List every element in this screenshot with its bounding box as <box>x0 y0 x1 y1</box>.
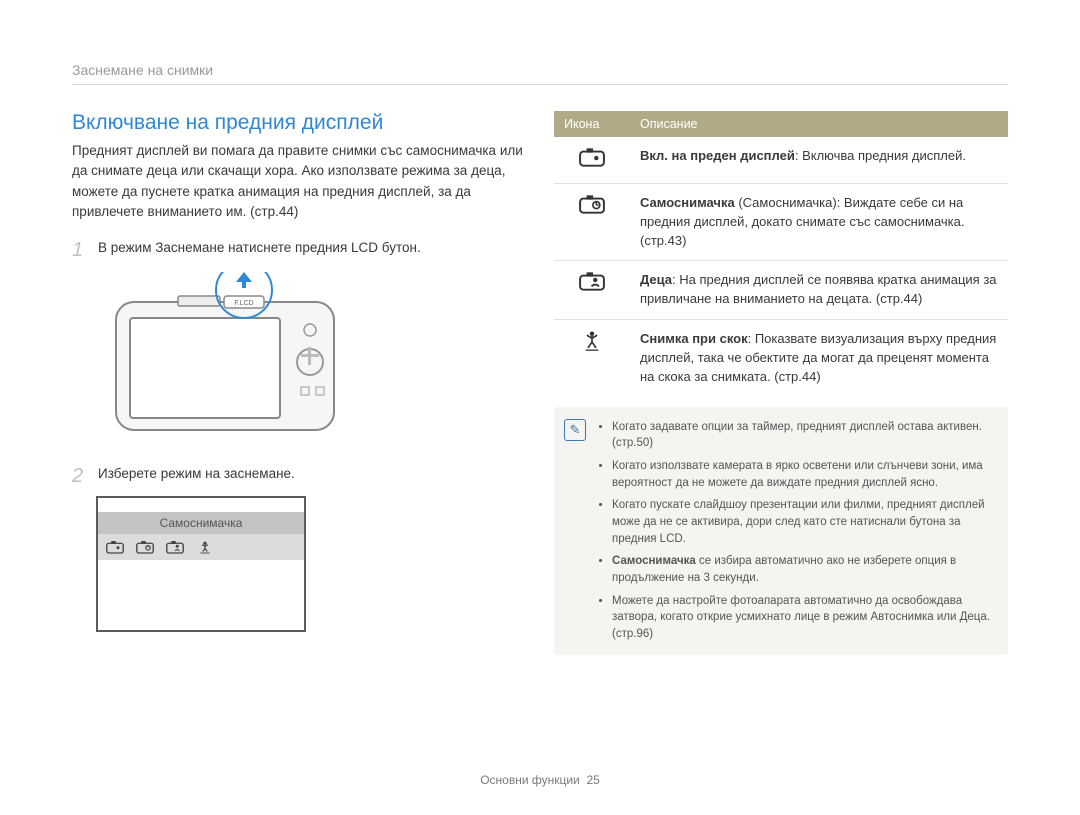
row-bold: Снимка при скок <box>640 331 748 346</box>
page-footer: Основни функции 25 <box>0 773 1080 787</box>
camera-svg: F.LCD <box>96 272 356 442</box>
page: Заснемане на снимки Включване на предния… <box>0 0 1080 815</box>
camera-timer-icon <box>579 194 605 214</box>
row-bold: Вкл. на преден дисплей <box>640 148 795 163</box>
note-box: ✎ Когато задавате опции за таймер, предн… <box>554 407 1008 655</box>
row-bold: Самоснимачка <box>640 195 735 210</box>
step-text: В режим Заснемане натиснете предния LCD … <box>98 240 421 255</box>
menu-frame: Самоснимачка <box>96 496 306 632</box>
jump-icon <box>196 540 214 554</box>
table-row: Вкл. на преден дисплей: Включва предния … <box>554 137 1008 183</box>
camera-front-icon <box>106 540 124 554</box>
icon-description-table: Икона Описание Вкл. на преден дисплей: В… <box>554 111 1008 397</box>
camera-child-icon <box>166 540 184 554</box>
table-row: Самоснимачка (Самоснимачка): Виждате себ… <box>554 183 1008 261</box>
table-head-desc: Описание <box>630 111 1008 137</box>
note-item: Самоснимачка се избира автоматично ако н… <box>612 553 994 586</box>
content-columns: Включване на предния дисплей Предният ди… <box>72 111 1008 655</box>
row-bold: Деца <box>640 272 672 287</box>
right-column: Икона Описание Вкл. на преден дисплей: В… <box>554 111 1008 655</box>
camera-illustration: F.LCD <box>96 272 526 442</box>
note-icon: ✎ <box>564 419 586 441</box>
note-item: Когато задавате опции за таймер, предния… <box>612 419 994 452</box>
step-number: 2 <box>72 466 88 486</box>
breadcrumb: Заснемане на снимки <box>72 62 1008 85</box>
menu-icons-row <box>98 534 304 560</box>
row-text: : Включва предния дисплей. <box>795 148 966 163</box>
note-list: Когато задавате опции за таймер, предния… <box>596 419 994 643</box>
note-item: Можете да настройте фотоапарата автомати… <box>612 593 994 643</box>
camera-front-icon <box>579 147 605 167</box>
jump-icon <box>581 330 603 352</box>
step-number: 1 <box>72 240 88 260</box>
left-column: Включване на предния дисплей Предният ди… <box>72 111 526 655</box>
intro-paragraph: Предният дисплей ви помага да правите сн… <box>72 141 526 222</box>
note-item: Когато пускате слайдшоу презентации или … <box>612 497 994 547</box>
step-1: 1 В режим Заснемане натиснете предния LC… <box>72 240 526 260</box>
footer-page: 25 <box>586 773 599 787</box>
camera-child-icon <box>579 271 605 291</box>
step-text: Изберете режим на заснемане. <box>98 466 295 481</box>
camera-timer-icon <box>136 540 154 554</box>
menu-preview: Самоснимачка <box>96 496 526 632</box>
page-title: Включване на предния дисплей <box>72 111 526 135</box>
table-row: Снимка при скок: Показвате визуализация … <box>554 320 1008 397</box>
menu-header: Самоснимачка <box>98 512 304 534</box>
step-2: 2 Изберете режим на заснемане. <box>72 466 526 486</box>
table-head-icon: Икона <box>554 111 630 137</box>
table-row: Деца: На предния дисплей се появява крат… <box>554 261 1008 320</box>
flcd-label: F.LCD <box>234 300 253 307</box>
row-text: : На предния дисплей се появява кратка а… <box>640 272 997 306</box>
footer-label: Основни функции <box>480 773 580 787</box>
note-item: Когато използвате камерата в ярко освете… <box>612 458 994 491</box>
